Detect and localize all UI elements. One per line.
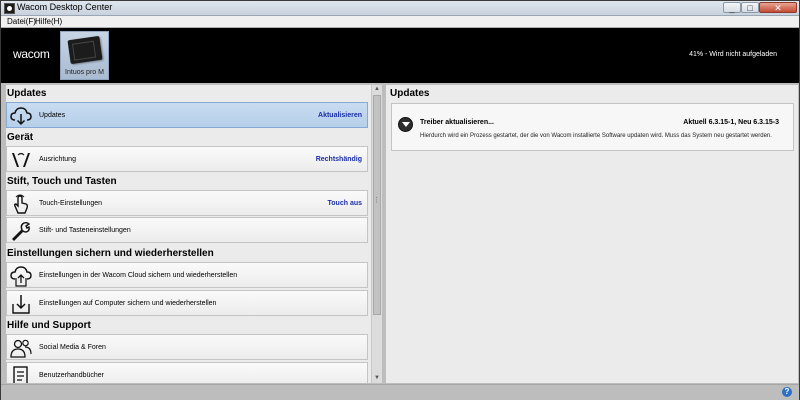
item-computer-backup-label: Einstellungen auf Computer sichern und w… <box>39 300 217 307</box>
settings-list: Updates Updates Aktualisieren Gerät Ausr… <box>6 85 371 383</box>
scroll-down-icon[interactable]: ▼ <box>372 374 382 383</box>
status-bar: ? <box>1 384 799 400</box>
item-pen-settings-label: Stift- und Tasteneinstellungen <box>39 227 131 234</box>
minimize-button[interactable]: _ <box>723 2 741 13</box>
wrench-icon <box>12 221 31 241</box>
item-computer-backup[interactable]: Einstellungen auf Computer sichern und w… <box>6 290 368 316</box>
section-backup: Einstellungen sichern und wiederherstell… <box>7 248 214 259</box>
item-social-media-label: Social Media & Foren <box>39 344 106 351</box>
help-icon[interactable]: ? <box>782 387 792 397</box>
item-pen-settings[interactable]: Stift- und Tasteneinstellungen <box>6 217 368 243</box>
menu-file[interactable]: Datei(F) <box>7 16 36 27</box>
menu-bar: Datei(F) Hilfe(H) <box>1 16 799 28</box>
section-pen: Stift, Touch und Tasten <box>7 176 117 187</box>
splitter-grip-icon[interactable]: ⋮ <box>373 196 380 204</box>
item-touch-label: Touch-Einstellungen <box>39 200 103 207</box>
update-link[interactable]: Aktualisieren <box>318 103 362 129</box>
driver-update-description: Hierdurch wird ein Prozess gestartet, de… <box>420 133 772 139</box>
expand-chevron-icon[interactable] <box>398 117 413 132</box>
item-touch[interactable]: Touch-Einstellungen Touch aus <box>6 190 368 216</box>
download-tray-icon <box>12 295 30 314</box>
item-orientation[interactable]: Ausrichtung Rechtshändig <box>6 146 368 172</box>
item-cloud-backup-label: Einstellungen in der Wacom Cloud sichern… <box>39 272 238 279</box>
title-bar[interactable]: Wacom Desktop Center _ □ ✕ <box>1 1 799 16</box>
detail-panel: Updates Treiber aktualisieren... Aktuell… <box>386 85 798 383</box>
touch-link[interactable]: Touch aus <box>328 191 362 217</box>
section-device: Gerät <box>7 132 34 143</box>
battery-status: 41% - Wird nicht aufgeladen <box>689 51 777 58</box>
device-name: Intuos pro M <box>65 69 104 76</box>
scroll-up-icon[interactable]: ▲ <box>372 85 382 94</box>
driver-version: Aktuell 6.3.15-1, Neu 6.3.15-3 <box>683 119 779 126</box>
touch-hand-icon <box>13 194 29 214</box>
item-manuals[interactable]: Benutzerhandbücher <box>6 362 368 383</box>
detail-title: Updates <box>390 88 430 99</box>
wacom-logo: wacom <box>13 47 50 61</box>
driver-update-card: Treiber aktualisieren... Aktuell 6.3.15-… <box>391 103 794 151</box>
close-button[interactable]: ✕ <box>759 2 797 13</box>
orientation-link[interactable]: Rechtshändig <box>316 147 362 173</box>
driver-update-title: Treiber aktualisieren... <box>420 119 494 126</box>
window-title: Wacom Desktop Center <box>17 2 113 12</box>
left-scrollbar[interactable]: ▲ ▼ <box>371 85 382 383</box>
cloud-upload-icon <box>10 266 32 287</box>
maximize-button[interactable]: □ <box>741 2 759 13</box>
menu-help[interactable]: Hilfe(H) <box>35 16 62 27</box>
app-window: Wacom Desktop Center _ □ ✕ Datei(F) Hilf… <box>0 0 800 400</box>
item-orientation-label: Ausrichtung <box>39 156 76 163</box>
scroll-thumb[interactable] <box>373 95 381 315</box>
app-logo-icon <box>4 3 15 14</box>
item-manuals-label: Benutzerhandbücher <box>39 372 104 379</box>
section-updates: Updates <box>7 88 47 99</box>
orientation-icon <box>12 152 30 167</box>
manual-book-icon <box>13 366 28 383</box>
tablet-icon <box>67 35 103 65</box>
section-help: Hilfe und Support <box>7 320 91 331</box>
cloud-download-icon <box>10 107 32 126</box>
item-updates-label: Updates <box>39 112 66 119</box>
device-tile[interactable]: Intuos pro M <box>60 31 109 80</box>
item-updates[interactable]: Updates Aktualisieren <box>6 102 368 128</box>
device-header: wacom 41% - Wird nicht aufgeladen <box>1 28 799 83</box>
item-social-media[interactable]: Social Media & Foren <box>6 334 368 360</box>
users-icon <box>10 339 32 358</box>
item-cloud-backup[interactable]: Einstellungen in der Wacom Cloud sichern… <box>6 262 368 288</box>
